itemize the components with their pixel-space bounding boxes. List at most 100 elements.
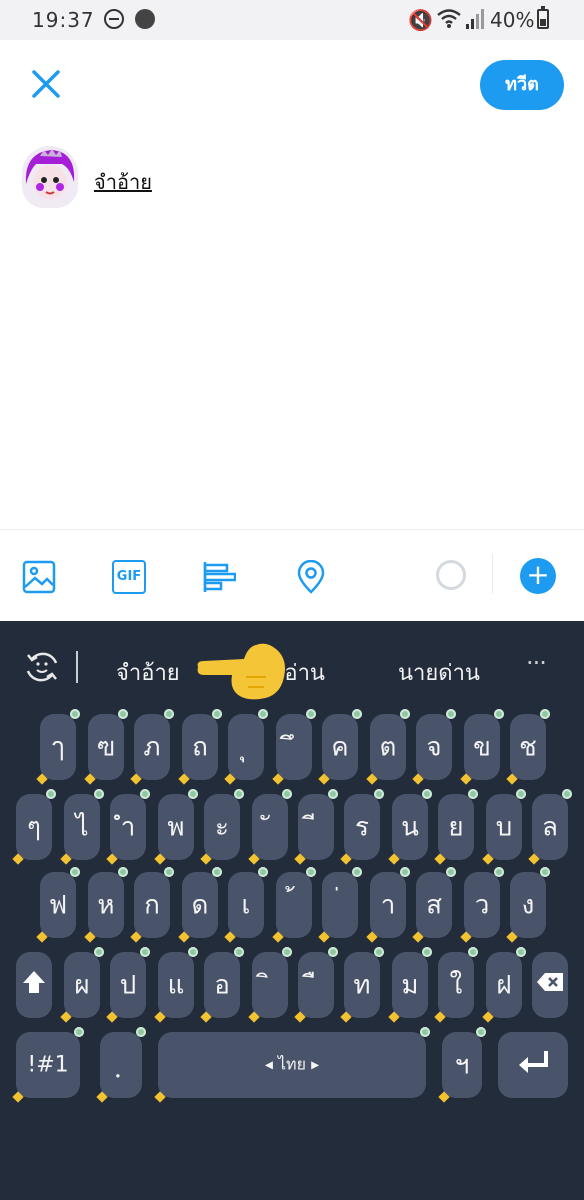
key-row2-8[interactable]: น (388, 789, 432, 865)
key-row3-5[interactable]: ้ (272, 867, 316, 943)
key-row2-7[interactable]: ร (340, 789, 384, 865)
compose-toolbar: GIF (0, 529, 584, 621)
key-row2-0[interactable]: ๆ (12, 789, 56, 865)
key-row4-3[interactable]: อ (200, 947, 244, 1023)
shift-key[interactable] (16, 952, 52, 1018)
key-row4-0[interactable]: ผ (60, 947, 104, 1023)
symbols-key[interactable]: !#1 (12, 1027, 84, 1103)
key-row1-2[interactable]: ภ (130, 709, 174, 785)
flower-decoration-icon (422, 789, 432, 799)
key-row1-5[interactable]: ึ (272, 709, 316, 785)
tweet-button[interactable]: ทวีต (480, 60, 564, 110)
compose-tweet-screen: 19:37 🔇 40% ทวีต จำอ้าย GIF + จำอ้าย าอ่… (0, 0, 584, 1200)
suggestion-3[interactable]: นายด่าน (398, 655, 480, 690)
flower-decoration-icon (188, 947, 198, 957)
add-tweet-button[interactable]: + (520, 558, 556, 594)
enter-icon (519, 1051, 548, 1073)
key-row1-10[interactable]: ช (506, 709, 550, 785)
do-not-disturb-icon (104, 9, 124, 29)
flower-decoration-icon (164, 867, 174, 877)
flower-decoration-icon (258, 867, 268, 877)
key-row2-5-label: ั (252, 807, 288, 848)
keyboard: จำอ้าย าอ่าน นายด่าน ··· ๅฃภถุึคตจขชๆไำพ… (0, 621, 584, 1200)
suggestion-1[interactable]: จำอ้าย (116, 655, 180, 690)
key-row2-11-label: ล (542, 812, 558, 843)
key-row1-6[interactable]: ค (318, 709, 362, 785)
key-row3-0[interactable]: ฟ (36, 867, 80, 943)
key-row2-2[interactable]: ำ (106, 789, 150, 865)
key-row1-0[interactable]: ๅ (36, 709, 80, 785)
more-options-icon[interactable]: ··· (526, 649, 547, 677)
emoji-toggle-icon[interactable] (24, 649, 60, 685)
key-row2-5[interactable]: ั (248, 789, 292, 865)
key-row3-7[interactable]: า (366, 867, 410, 943)
key-row2-0-label: ๆ (27, 812, 41, 843)
key-row4-2-label: แ (167, 970, 185, 1001)
key-row4-6-label: ท (353, 970, 371, 1001)
key-row4-1-label: ป (119, 970, 137, 1001)
star-decoration-icon (84, 773, 96, 785)
key-row4-7[interactable]: ม (388, 947, 432, 1023)
key-row2-10[interactable]: บ (482, 789, 526, 865)
key-row2-11[interactable]: ล (528, 789, 572, 865)
star-decoration-icon (412, 773, 424, 785)
key-row3-3[interactable]: ด (178, 867, 222, 943)
key-row1-3[interactable]: ถ (178, 709, 222, 785)
key-row1-7-label: ต (379, 732, 397, 763)
key-row2-2-label: ำ (120, 812, 136, 843)
key-row3-8[interactable]: ส (412, 867, 456, 943)
flower-decoration-icon (140, 947, 150, 957)
key-row3-8-label: ส (426, 890, 442, 921)
star-decoration-icon (482, 853, 494, 865)
key-row3-10[interactable]: ง (506, 867, 550, 943)
poll-icon[interactable] (202, 560, 236, 594)
key-row4-0-label: ผ (74, 970, 90, 1001)
flower-decoration-icon (540, 867, 550, 877)
image-icon[interactable] (22, 560, 56, 594)
key-row3-9-label: ว (474, 890, 490, 921)
key-row4-8[interactable]: ใ (434, 947, 478, 1023)
key-row2-9[interactable]: ย (434, 789, 478, 865)
status-bar: 19:37 🔇 40% (0, 0, 584, 40)
key-row4-9-label: ฝ (496, 970, 512, 1001)
key-row1-8[interactable]: จ (412, 709, 456, 785)
flower-decoration-icon (306, 867, 316, 877)
key-row3-4[interactable]: เ (224, 867, 268, 943)
period-key[interactable]: ฯ (438, 1027, 486, 1103)
flower-decoration-icon (234, 789, 244, 799)
key-row1-4[interactable]: ุ (224, 709, 268, 785)
enter-key[interactable] (498, 1032, 568, 1098)
location-icon[interactable] (294, 560, 328, 594)
close-button[interactable] (26, 64, 66, 104)
key-row2-6[interactable]: ี (294, 789, 338, 865)
flower-decoration-icon (118, 867, 128, 877)
star-decoration-icon (200, 1011, 212, 1023)
key-row4-1[interactable]: ป (106, 947, 150, 1023)
key-row1-2-label: ภ (143, 732, 161, 763)
key-row2-3[interactable]: พ (154, 789, 198, 865)
key-row4-9[interactable]: ฝ (482, 947, 526, 1023)
flower-decoration-icon (420, 1027, 430, 1037)
star-decoration-icon (366, 773, 378, 785)
comma-key[interactable]: ฺ (96, 1027, 146, 1103)
key-row3-2[interactable]: ก (130, 867, 174, 943)
key-row1-9[interactable]: ข (460, 709, 504, 785)
backspace-key[interactable] (532, 952, 568, 1018)
key-row1-7[interactable]: ต (366, 709, 410, 785)
star-decoration-icon (12, 1091, 24, 1103)
key-row2-4[interactable]: ะ (200, 789, 244, 865)
space-key[interactable]: ◂ ไทย ▸ (154, 1027, 430, 1103)
flower-decoration-icon (446, 867, 456, 877)
key-row4-2[interactable]: แ (154, 947, 198, 1023)
tweet-text-input[interactable]: จำอ้าย (94, 166, 152, 198)
key-row2-1[interactable]: ไ (60, 789, 104, 865)
avatar[interactable] (22, 146, 78, 208)
key-row4-4[interactable]: ิ (248, 947, 292, 1023)
gif-icon[interactable]: GIF (112, 560, 146, 594)
key-row4-6[interactable]: ท (340, 947, 384, 1023)
key-row1-1[interactable]: ฃ (84, 709, 128, 785)
key-row3-6[interactable]: ่ (318, 867, 362, 943)
key-row4-5[interactable]: ื (294, 947, 338, 1023)
key-row3-9[interactable]: ว (460, 867, 504, 943)
key-row3-1[interactable]: ห (84, 867, 128, 943)
